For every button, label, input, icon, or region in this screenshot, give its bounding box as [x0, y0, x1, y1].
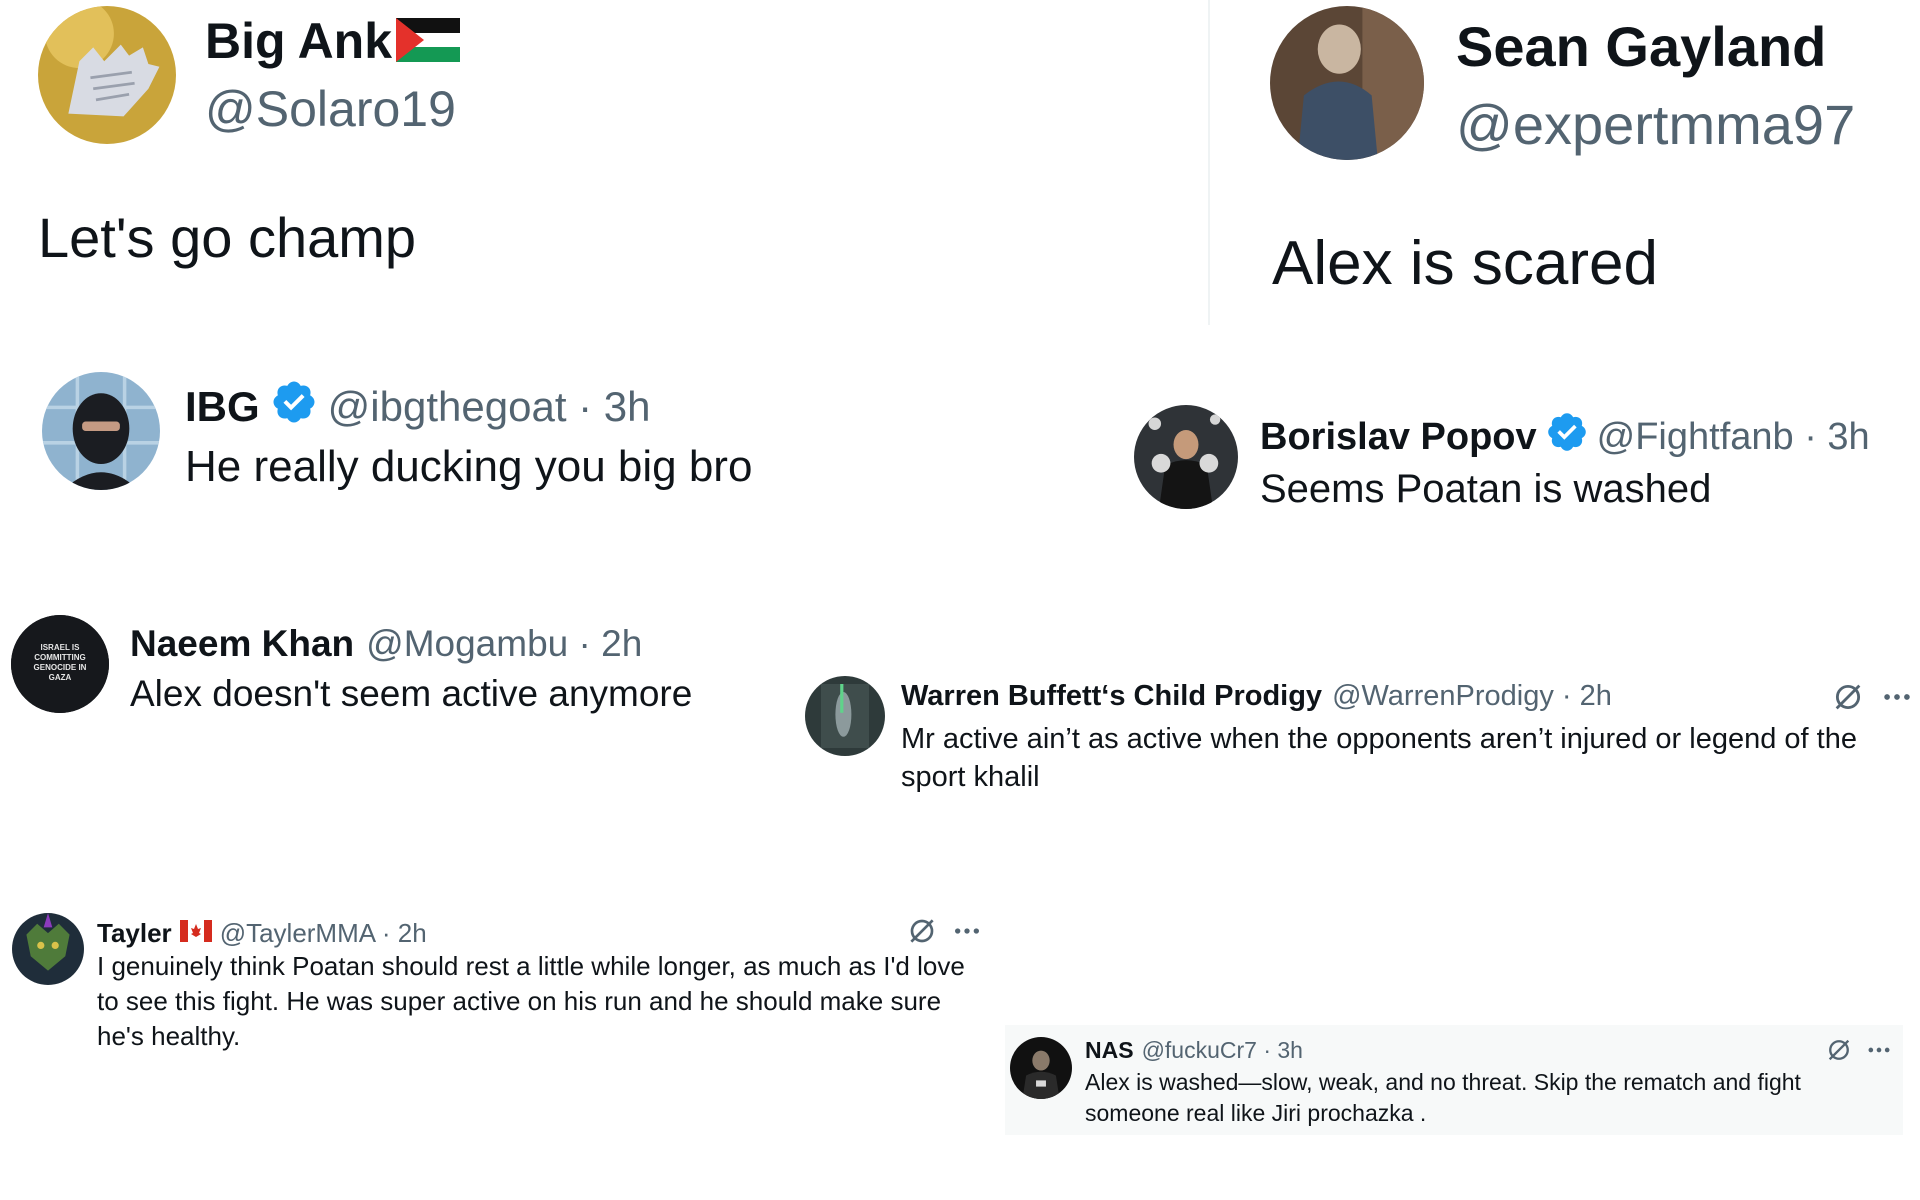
verified-badge-icon: [1545, 410, 1589, 464]
avatar-image: [42, 372, 160, 490]
display-name[interactable]: Sean Gayland: [1456, 14, 1826, 79]
user-handle[interactable]: @expertmma97: [1456, 92, 1855, 157]
tweet-big-ank[interactable]: Big Ank @Solaro19 Let's go champ: [0, 0, 1150, 300]
tweet-header: IBG @ibgthegoat · 3h: [185, 378, 651, 436]
more-options-icon[interactable]: [1865, 1036, 1893, 1064]
avatar[interactable]: [1134, 405, 1238, 509]
tweet-text: Seems Poatan is washed: [1260, 467, 1712, 511]
more-options-icon[interactable]: [1880, 680, 1914, 714]
user-handle[interactable]: @Solaro19: [205, 80, 456, 138]
tweet-nas[interactable]: NAS @fuckuCr7 · 3h Alex is washed—slow, …: [1005, 1025, 1903, 1135]
handle-and-time[interactable]: @Mogambu · 2h: [366, 623, 642, 665]
avatar-image: [1270, 6, 1424, 160]
avatar-image: [12, 913, 84, 985]
grok-icon[interactable]: [1825, 1036, 1853, 1064]
tweet-header: Tayler @TaylerMMA · 2h: [97, 913, 427, 953]
display-name[interactable]: Tayler: [97, 918, 172, 949]
handle-and-time[interactable]: @Fightfanb · 3h: [1597, 416, 1870, 459]
tweet-ibg[interactable]: IBG @ibgthegoat · 3h He really ducking y…: [0, 360, 1100, 520]
tweet-header: Borislav Popov @Fightfanb · 3h: [1260, 411, 1870, 463]
more-options-icon[interactable]: [951, 915, 983, 947]
tweet-warren-prodigy[interactable]: Warren Buffett‘s Child Prodigy @WarrenPr…: [800, 668, 1920, 808]
display-name[interactable]: NAS: [1085, 1037, 1134, 1064]
tweet-header: NAS @fuckuCr7 · 3h: [1085, 1033, 1303, 1067]
tweet-text: Alex doesn't seem active anymore: [130, 673, 693, 714]
avatar[interactable]: [1010, 1037, 1072, 1099]
avatar[interactable]: [805, 676, 885, 756]
avatar-image: [1134, 405, 1238, 509]
grok-icon[interactable]: [1831, 680, 1865, 714]
tweet-text: He really ducking you big bro: [185, 442, 753, 491]
tweet-text: Alex is scared: [1272, 229, 1658, 298]
avatar[interactable]: [1270, 6, 1424, 160]
display-name[interactable]: IBG: [185, 383, 260, 431]
tweet-naeem-khan[interactable]: ISRAEL IS COMMITTING GENOCIDE IN GAZA Na…: [0, 605, 800, 745]
handle-and-time[interactable]: @ibgthegoat · 3h: [328, 383, 651, 431]
display-name[interactable]: Big Ank: [205, 12, 461, 74]
avatar-image: [1010, 1037, 1072, 1099]
grok-icon[interactable]: [906, 915, 938, 947]
avatar[interactable]: [12, 913, 84, 985]
display-name[interactable]: Warren Buffett‘s Child Prodigy: [901, 680, 1322, 713]
avatar-image: [38, 6, 176, 144]
avatar-caption: ISRAEL IS COMMITTING GENOCIDE IN GAZA: [33, 643, 87, 682]
tweet-tayler[interactable]: Tayler @TaylerMMA · 2h I genuinely think…: [0, 905, 1000, 1065]
verified-badge-icon: [270, 378, 318, 436]
tweet-text: Mr active ain’t as active when the oppon…: [901, 723, 1857, 793]
canada-flag-icon: [179, 918, 212, 949]
tweet-header: Warren Buffett‘s Child Prodigy @WarrenPr…: [901, 676, 1612, 716]
tweet-sean-gayland[interactable]: Sean Gayland @expertmma97 Alex is scared: [1220, 0, 1920, 320]
display-name-text: Big Ank: [205, 13, 393, 69]
handle-and-time[interactable]: @fuckuCr7 · 3h: [1142, 1037, 1303, 1064]
handle-and-time[interactable]: @WarrenProdigy · 2h: [1332, 680, 1612, 713]
tweet-text: Let's go champ: [38, 206, 417, 269]
tweet-text: I genuinely think Poatan should rest a l…: [97, 951, 965, 1051]
handle-and-time[interactable]: @TaylerMMA · 2h: [220, 918, 427, 949]
display-name[interactable]: Naeem Khan: [130, 623, 354, 665]
tweet-text: Alex is washed—slow, weak, and no threat…: [1085, 1069, 1801, 1126]
avatar[interactable]: [42, 372, 160, 490]
display-name[interactable]: Borislav Popov: [1260, 416, 1537, 459]
tweet-header: Naeem Khan @Mogambu · 2h: [130, 619, 642, 669]
tweet-borislav-popov[interactable]: Borislav Popov @Fightfanb · 3h Seems Poa…: [1120, 395, 1920, 535]
avatar-image: [805, 676, 885, 756]
avatar[interactable]: ISRAEL IS COMMITTING GENOCIDE IN GAZA: [11, 615, 109, 713]
column-divider: [1208, 0, 1210, 325]
palestine-flag-icon: [396, 16, 461, 74]
avatar[interactable]: [38, 6, 176, 144]
